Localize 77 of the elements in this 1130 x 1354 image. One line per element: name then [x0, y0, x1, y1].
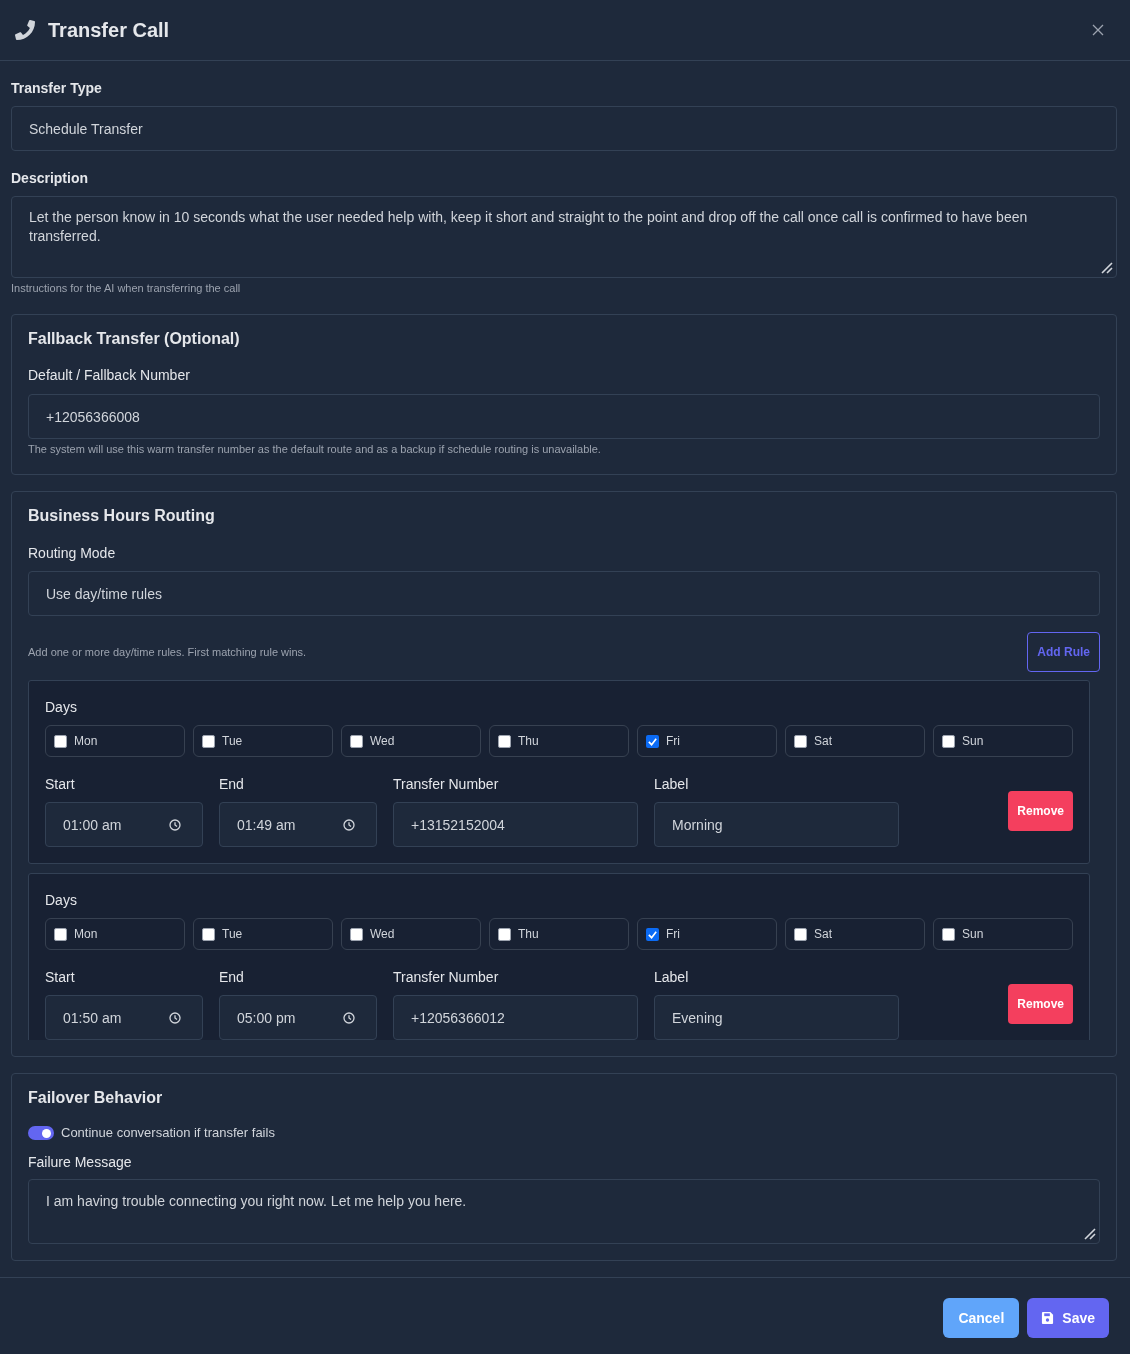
day-checkbox[interactable]: Mon	[45, 725, 185, 757]
checkbox[interactable]	[794, 734, 807, 748]
routing-mode-select[interactable]: Use day/time rules	[28, 571, 1100, 616]
day-checkbox[interactable]: Sat	[785, 918, 925, 950]
checkbox[interactable]	[54, 734, 67, 748]
remove-button[interactable]: Remove	[1008, 983, 1073, 1024]
dialog-title: Transfer Call	[48, 18, 170, 43]
day-checkbox[interactable]: Thu	[489, 918, 629, 950]
checkbox[interactable]	[794, 927, 807, 941]
field-label: Days	[45, 891, 78, 910]
hint-text: Instructions for the AI when transferring the call	[11, 281, 242, 296]
day-checkbox[interactable]: Wed	[341, 918, 481, 950]
field-label: Label	[654, 775, 690, 794]
close-icon	[1092, 24, 1104, 36]
checkbox[interactable]	[942, 927, 955, 941]
field-label: Transfer Number	[393, 968, 500, 987]
time-input[interactable]: 05:00 pm	[219, 995, 377, 1040]
field-label: Transfer Number	[393, 775, 500, 794]
day-checkbox[interactable]: Sat	[785, 725, 925, 757]
day-checkbox[interactable]: Mon	[45, 918, 185, 950]
checkbox[interactable]	[498, 734, 511, 748]
field-label: Days	[45, 698, 78, 717]
close-button[interactable]	[1092, 24, 1104, 36]
field-label: Default / Fallback Number	[28, 366, 191, 385]
field-label: Transfer Type	[11, 79, 103, 98]
day-checkbox[interactable]: Tue	[193, 918, 333, 950]
clock-icon[interactable]	[343, 1011, 355, 1024]
section-title: Fallback Transfer (Optional)	[28, 329, 241, 349]
field-label: Start	[45, 775, 76, 794]
label-input[interactable]: Evening	[654, 995, 899, 1040]
checkbox[interactable]	[202, 734, 215, 748]
checkbox[interactable]	[646, 927, 659, 941]
time-input[interactable]: 01:49 am	[219, 802, 377, 847]
checkbox[interactable]	[942, 734, 955, 748]
checkbox[interactable]	[646, 734, 659, 748]
field-label: End	[219, 775, 245, 794]
clock-icon[interactable]	[169, 818, 181, 831]
checkbox[interactable]	[54, 927, 67, 941]
checkbox[interactable]	[202, 927, 215, 941]
section-title: Failover Behavior	[28, 1088, 164, 1108]
field-label: Routing Mode	[28, 544, 117, 563]
checkbox[interactable]	[350, 734, 363, 748]
day-checkbox[interactable]: Sun	[933, 918, 1073, 950]
description-textarea[interactable]: Let the person know in 10 seconds what the user needed help with, keep it short and straight to the point and drop off the call once call is confirmed to have been transferred.	[11, 196, 1117, 278]
failure-message-textarea[interactable]: I am having trouble connecting you right now. Let me help you here.	[28, 1179, 1100, 1244]
field-label: Failure Message	[28, 1153, 133, 1172]
field-label: Description	[11, 169, 89, 188]
hint-text: Add one or more day/time rules. First matching rule wins.	[28, 645, 307, 660]
day-checkbox[interactable]: Wed	[341, 725, 481, 757]
transfer-type-select[interactable]: Schedule Transfer	[11, 106, 1117, 151]
phone-number-input[interactable]: +12056366008	[28, 394, 1100, 439]
day-checkbox[interactable]: Sun	[933, 725, 1073, 757]
label-input[interactable]: Morning	[654, 802, 899, 847]
day-checkbox[interactable]: Thu	[489, 725, 629, 757]
field-label: Start	[45, 968, 76, 987]
section-title: Business Hours Routing	[28, 506, 216, 526]
hint-text: The system will use this warm transfer number as the default route and as a backup if schedule routing is unavailable.	[28, 442, 602, 457]
phone-number-input[interactable]: +13152152004	[393, 802, 638, 847]
toggle-switch[interactable]	[28, 1126, 54, 1140]
day-checkbox[interactable]: Fri	[637, 725, 777, 757]
time-input[interactable]: 01:00 am	[45, 802, 203, 847]
time-input[interactable]: 01:50 am	[45, 995, 203, 1040]
toggle-label: Continue conversation if transfer fails	[61, 1124, 275, 1142]
day-checkbox[interactable]: Fri	[637, 918, 777, 950]
resize-grip-icon[interactable]	[1084, 1228, 1096, 1240]
clock-icon[interactable]	[169, 1011, 181, 1024]
day-checkbox[interactable]: Tue	[193, 725, 333, 757]
clock-icon[interactable]	[343, 818, 355, 831]
phone-icon	[15, 20, 35, 40]
save-button[interactable]: Save	[1027, 1298, 1109, 1338]
field-label: End	[219, 968, 245, 987]
resize-grip-icon[interactable]	[1101, 262, 1113, 274]
checkbox[interactable]	[350, 927, 363, 941]
phone-number-input[interactable]: +12056366012	[393, 995, 638, 1040]
checkbox[interactable]	[498, 927, 511, 941]
field-label: Label	[654, 968, 690, 987]
remove-button[interactable]: Remove	[1008, 790, 1073, 831]
